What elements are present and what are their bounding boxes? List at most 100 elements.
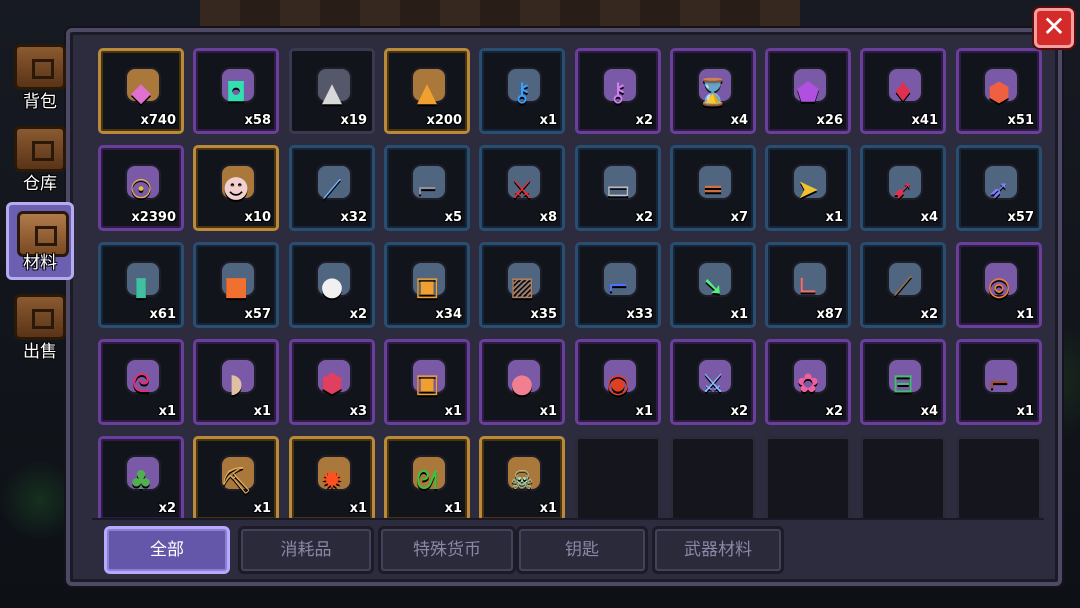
inventory-slot[interactable]: ◆ x740	[98, 48, 184, 134]
fish-skeleton-icon: ☠	[510, 466, 534, 496]
empty-slot[interactable]	[956, 436, 1042, 520]
inventory-slot[interactable]: ▣ x34	[384, 242, 470, 328]
inventory-slot[interactable]: ⬟ x26	[765, 48, 851, 134]
inventory-slot[interactable]: ᘛ x1	[384, 436, 470, 520]
inventory-slot[interactable]: ➹ x4	[860, 145, 946, 231]
inventory-slot[interactable]: ⌛ x4	[670, 48, 756, 134]
tab-all[interactable]: 全部	[104, 526, 230, 574]
inventory-slot[interactable]: ➶ x57	[956, 145, 1042, 231]
inventory-slot[interactable]: ∟ x87	[765, 242, 851, 328]
inventory-slot[interactable]: ☻ x10	[193, 145, 279, 231]
metal-plate-icon: ▨	[509, 272, 535, 302]
purple-key-crystal-icon: ⚷	[608, 78, 628, 108]
inventory-slot[interactable]: ⚷ x1	[479, 48, 565, 134]
green-dragon-icon: ᘛ	[415, 466, 439, 496]
close-button[interactable]: ✕	[1034, 8, 1074, 48]
inventory-slot[interactable]: ☠ x1	[479, 436, 565, 520]
green-gem-icon: ◘	[225, 78, 247, 108]
green-crystal-blade-icon: ➘	[702, 272, 724, 302]
empty-slot[interactable]	[575, 436, 661, 520]
inventory-slot[interactable]: ▲ x200	[384, 48, 470, 134]
side-tab-label: 出售	[23, 342, 57, 362]
item-count: x10	[244, 210, 271, 225]
inventory-slot[interactable]: ᘓ x1	[98, 339, 184, 425]
inventory-slot[interactable]: ⌐ x1	[956, 339, 1042, 425]
inventory-slot[interactable]: ⟋ x32	[289, 145, 375, 231]
inventory-slot[interactable]: ⟋ x2	[860, 242, 946, 328]
inventory-slot[interactable]: ▨ x35	[479, 242, 565, 328]
item-count: x51	[1007, 113, 1034, 128]
empty-slot[interactable]	[670, 436, 756, 520]
inventory-slot[interactable]: ☉ x2390	[98, 145, 184, 231]
inventory-slot[interactable]: ⊟ x4	[860, 339, 946, 425]
item-count: x1	[444, 501, 462, 516]
inventory-slot[interactable]: ▣ x1	[384, 339, 470, 425]
inventory-slot[interactable]: ◗ x1	[193, 339, 279, 425]
item-count: x2	[920, 307, 938, 322]
inventory-slot[interactable]: ✿ x2	[765, 339, 851, 425]
inventory-slot[interactable]: ◉ x1	[575, 339, 661, 425]
inventory-slot[interactable]: ⌐ x5	[384, 145, 470, 231]
tab-weapon-materials[interactable]: 武器材料	[652, 526, 784, 574]
inventory-slot[interactable]: ➘ x1	[670, 242, 756, 328]
item-count: x1	[539, 501, 557, 516]
inventory-slot[interactable]: ■ x57	[193, 242, 279, 328]
side-tab-label: 材料	[23, 253, 57, 273]
side-tab-sell[interactable]: 出售	[6, 288, 74, 366]
item-count: x33	[626, 307, 653, 322]
inventory-slot[interactable]: ✹ x1	[289, 436, 375, 520]
item-count: x1	[253, 404, 271, 419]
brown-crossbow-icon: ⌐	[988, 369, 1010, 399]
item-count: x740	[140, 113, 176, 128]
material-grid[interactable]: ◆ x740 ◘ x58 ▲ x19 ▲ x200 ⚷ x1 ⚷ x2 ⌛ x4 ⬟ x26 ♦ x41 ⬢ x51 ☉…	[92, 42, 1044, 520]
side-tab-backpack[interactable]: 背包	[6, 38, 74, 116]
inventory-slot[interactable]: ⛏ x1	[193, 436, 279, 520]
close-icon: ✕	[1042, 10, 1066, 43]
item-count: x2	[635, 210, 653, 225]
inventory-slot[interactable]: ♣ x2	[98, 436, 184, 520]
red-orb-disc-icon: ◉	[606, 369, 630, 399]
tab-special-currency[interactable]: 特殊货币	[378, 526, 516, 574]
inventory-slot[interactable]: ⚔ x2	[670, 339, 756, 425]
inventory-slot[interactable]: ◎ x1	[956, 242, 1042, 328]
empty-slot[interactable]	[765, 436, 851, 520]
inventory-slot[interactable]: ● x1	[479, 339, 565, 425]
inventory-slot[interactable]: ═ x7	[670, 145, 756, 231]
item-count: x87	[816, 307, 843, 322]
item-count: x2	[825, 404, 843, 419]
side-tab-materials[interactable]: 材料	[6, 202, 74, 280]
tab-keys[interactable]: 钥匙	[516, 526, 648, 574]
inventory-slot[interactable]: ⚷ x2	[575, 48, 661, 134]
inventory-slot[interactable]: ▭ x2	[575, 145, 661, 231]
item-count: x4	[920, 210, 938, 225]
empty-slot[interactable]	[860, 436, 946, 520]
inventory-slot[interactable]: ▮ x61	[98, 242, 184, 328]
inventory-slot[interactable]: ▲ x19	[289, 48, 375, 134]
inventory-slot[interactable]: ⬢ x3	[289, 339, 375, 425]
gold-ore-icon: ▲	[417, 78, 437, 108]
inventory-slot[interactable]: ♦ x41	[860, 48, 946, 134]
item-count: x57	[244, 307, 271, 322]
side-tab-warehouse[interactable]: 仓库	[6, 120, 74, 198]
item-count: x32	[340, 210, 367, 225]
item-count: x61	[149, 307, 176, 322]
tab-consumables[interactable]: 消耗品	[238, 526, 374, 574]
inventory-slot[interactable]: ➤ x1	[765, 145, 851, 231]
gold-medal-icon: ☉	[129, 175, 153, 205]
item-count: x34	[435, 307, 462, 322]
inventory-slot[interactable]: ⬢ x51	[956, 48, 1042, 134]
backpack-chest-icon	[14, 44, 66, 90]
blue-key-crystal-icon: ⚷	[512, 78, 532, 108]
orange-ring-icon: ◎	[987, 272, 1011, 302]
inventory-slot[interactable]: ● x2	[289, 242, 375, 328]
item-count: x7	[730, 210, 748, 225]
inventory-slot[interactable]: ⌐ x33	[575, 242, 661, 328]
item-count: x1	[1016, 404, 1034, 419]
item-count: x2	[349, 307, 367, 322]
inventory-slot[interactable]: ⚔ x8	[479, 145, 565, 231]
item-count: x1	[1016, 307, 1034, 322]
magazine-part-icon: ▮	[133, 272, 149, 302]
inventory-slot[interactable]: ◘ x58	[193, 48, 279, 134]
filter-tab-bar: 全部 消耗品 特殊货币 钥匙 武器材料	[92, 520, 1052, 580]
lantern-core-icon: ▣	[414, 369, 440, 399]
